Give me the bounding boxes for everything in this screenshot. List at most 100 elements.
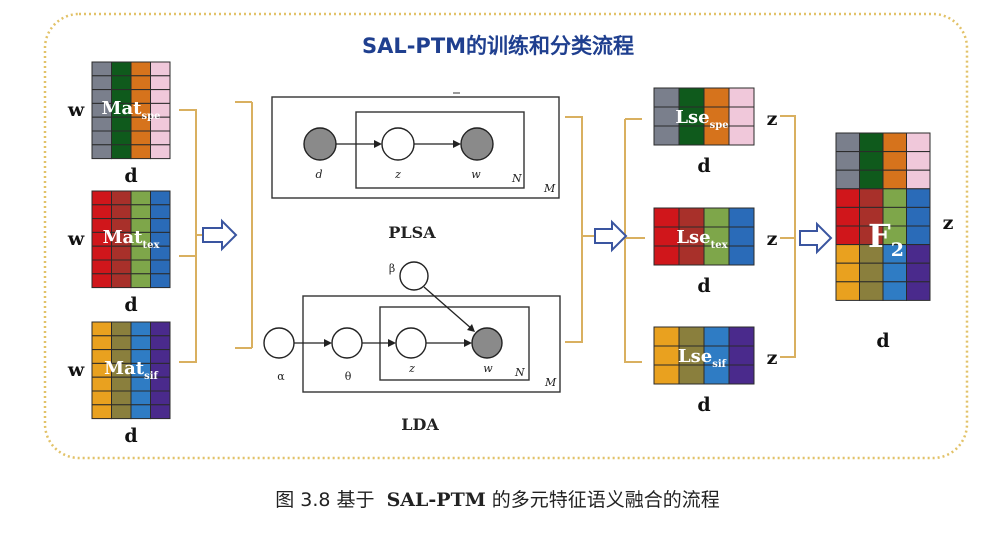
matrix-cell	[130, 130, 151, 146]
matrix-cell	[835, 188, 860, 208]
matrix-cell	[111, 144, 132, 160]
matrix-cell	[111, 376, 132, 392]
matrix-cell	[703, 87, 730, 108]
lda-plate-n: N	[514, 366, 525, 379]
matrix-cell	[111, 273, 132, 289]
caption-method: SAL-PTM	[386, 489, 486, 511]
matrix-cell	[653, 87, 680, 108]
right-bracket	[780, 115, 796, 358]
input-matrices: MatspewdMattexwdMatsifwd	[67, 61, 171, 447]
matrix-cell	[906, 262, 931, 283]
matrix-cell	[835, 281, 860, 301]
matrix-cell	[906, 151, 931, 171]
matrix-cell	[859, 151, 884, 171]
matrix-cell	[150, 75, 171, 91]
matrix-cell	[91, 61, 112, 77]
matrix-cell	[703, 207, 730, 228]
matrix-cell	[111, 190, 132, 206]
arrow-right-icon	[594, 219, 628, 253]
input-col-label: d	[124, 165, 137, 187]
plsa-label-d: d	[315, 168, 322, 181]
matrix-cell	[150, 321, 171, 337]
matrix-cell	[130, 144, 151, 160]
matrix-cell	[906, 188, 931, 208]
matrix-cell	[678, 87, 705, 108]
matrix-cell	[653, 364, 680, 385]
latent-col-label: d	[697, 394, 710, 416]
matrix-cell	[859, 132, 884, 153]
matrix-cell	[835, 206, 860, 227]
matrix-cell	[703, 326, 730, 347]
matrix-cell	[882, 132, 907, 153]
matrix-cell	[130, 335, 151, 351]
matrix-cell	[882, 281, 907, 301]
matrix-cell	[111, 116, 132, 132]
matrix-cell	[150, 218, 171, 233]
lda-node-z	[395, 327, 427, 359]
matrix-cell	[728, 326, 755, 347]
matrix-cell	[150, 349, 171, 364]
matrix-cell	[111, 245, 132, 261]
matrix-cell	[111, 61, 132, 77]
lda-label-beta: β	[389, 262, 395, 275]
matrix-cell	[150, 61, 171, 77]
matrix-cell	[882, 169, 907, 190]
matrix-cell	[859, 262, 884, 283]
matrix-cell	[91, 321, 112, 337]
matrix-cell	[882, 188, 907, 208]
matrix-cell	[728, 106, 755, 127]
matrix-cell	[835, 132, 860, 153]
latent-col-label: d	[697, 275, 710, 297]
matrix-cell	[150, 335, 171, 351]
plsa-plate-n: N	[511, 172, 522, 185]
fused-col-label: d	[876, 330, 889, 352]
matrix-cell	[91, 130, 112, 146]
matrix-cell	[653, 226, 680, 247]
matrix-cell	[835, 151, 860, 171]
matrix-cell	[859, 188, 884, 208]
fused-block-spe	[835, 132, 931, 190]
plsa-label-z: z	[394, 168, 401, 181]
fused-row-label: z	[943, 212, 954, 234]
plsa-node-w	[460, 127, 494, 161]
matrix-cell	[728, 226, 755, 247]
matrix-cell	[728, 87, 755, 108]
matrix-cell	[91, 75, 112, 91]
lda-node-w	[471, 327, 503, 359]
matrix-cell	[728, 125, 755, 146]
matrix-cell	[150, 190, 171, 206]
diagram-title: SAL-PTM的训练和分类流程	[362, 34, 634, 58]
lda-plate-m: M	[544, 376, 557, 389]
matrix-cell	[835, 262, 860, 283]
plsa-name: PLSA	[388, 223, 436, 242]
lda-label-theta: θ	[345, 370, 352, 383]
matrix-cell	[653, 345, 680, 366]
matrix-cell	[906, 132, 931, 153]
matrix-cell	[882, 262, 907, 283]
matrix-cell	[906, 225, 931, 246]
caption-prefix: 图 3.8 基于	[275, 489, 375, 511]
lda-model: α θ z w β N M LDA	[263, 261, 561, 434]
matrix-cell	[678, 207, 705, 228]
matrix-cell	[835, 244, 860, 264]
matrix-cell	[728, 207, 755, 228]
figure-caption: 图 3.8 基于 SAL-PTM 的多元特征语义融合的流程	[0, 485, 995, 512]
matrix-cell	[111, 259, 132, 275]
lda-node-beta	[399, 261, 429, 291]
matrix-cell	[653, 125, 680, 146]
lda-node-theta	[331, 327, 363, 359]
lda-label-alpha: α	[277, 370, 285, 383]
matrix-cell	[111, 335, 132, 351]
plsa-node-z	[381, 127, 415, 161]
matrix-cell	[91, 273, 112, 289]
fused-matrix-f2: F2zd	[835, 132, 954, 352]
input-col-label: d	[124, 294, 137, 316]
matrix-cell	[150, 390, 171, 406]
matrix-cell	[906, 206, 931, 227]
matrix-cell	[882, 151, 907, 171]
matrix-cell	[859, 169, 884, 190]
matrix-cell	[130, 404, 151, 420]
latent-row-label: z	[767, 108, 778, 130]
matrix-cell	[728, 345, 755, 366]
arrow-right-icon	[799, 221, 833, 255]
